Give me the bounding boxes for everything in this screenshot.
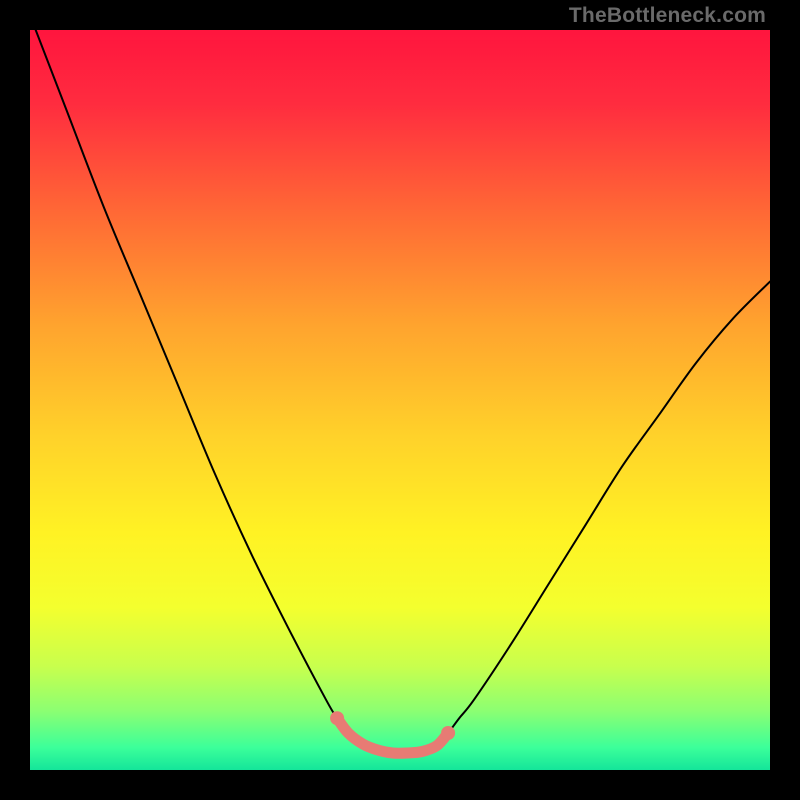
flat-region-highlight bbox=[337, 718, 448, 753]
chart-frame: TheBottleneck.com bbox=[0, 0, 800, 800]
flat-region-dot-right bbox=[441, 726, 455, 740]
bottleneck-curve bbox=[30, 30, 770, 753]
flat-region-dot-left bbox=[330, 711, 344, 725]
curve-layer bbox=[30, 30, 770, 770]
plot-area bbox=[30, 30, 770, 770]
watermark-text: TheBottleneck.com bbox=[569, 4, 766, 28]
